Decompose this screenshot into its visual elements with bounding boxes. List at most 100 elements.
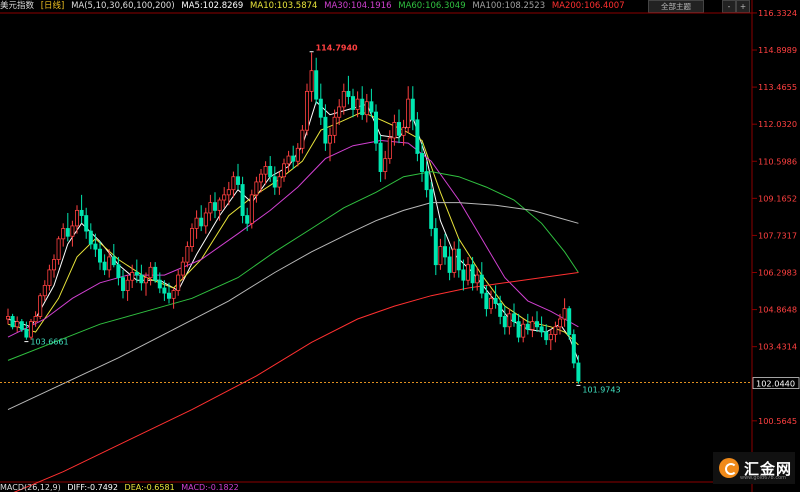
candle-up xyxy=(355,98,360,110)
ma60-line xyxy=(7,171,579,361)
macd-dea: DEA:-0.6581 xyxy=(124,483,175,492)
candle-down xyxy=(373,111,378,144)
candle-down xyxy=(153,266,158,281)
y-tick-label: 114.8989 xyxy=(758,45,797,55)
candle-up xyxy=(332,116,337,136)
candle-down xyxy=(350,96,355,110)
candle-down xyxy=(571,334,576,364)
candle-up xyxy=(226,189,231,196)
candle-down xyxy=(291,155,296,162)
candle-up xyxy=(222,194,227,201)
candle-up xyxy=(28,321,33,338)
logo-url: www.gold678.com xyxy=(740,475,787,481)
candle-down xyxy=(360,98,365,116)
candle-up xyxy=(327,134,332,144)
candle-up xyxy=(38,295,43,317)
candle-down xyxy=(314,70,319,100)
candle-down xyxy=(544,331,549,341)
candle-down xyxy=(419,153,424,172)
candle-down xyxy=(493,297,498,304)
ma5-line xyxy=(7,100,579,361)
candle-up xyxy=(553,326,558,335)
macd-value: MACD:-0.1822 xyxy=(181,483,239,492)
candle-up xyxy=(176,274,181,291)
candle-down xyxy=(134,272,139,276)
candle-up xyxy=(47,269,52,286)
candle-down xyxy=(166,292,171,299)
candle-up xyxy=(392,122,397,139)
candle-down xyxy=(433,228,438,266)
candle-up xyxy=(406,98,411,128)
candle-down xyxy=(116,264,121,279)
candle-up xyxy=(130,272,135,281)
candle-down xyxy=(378,142,383,172)
candle-down xyxy=(429,189,434,229)
candle-down xyxy=(139,274,144,284)
candle-down xyxy=(512,313,517,323)
candle-down xyxy=(102,261,107,271)
candle-up xyxy=(337,106,342,118)
candles xyxy=(6,52,581,384)
candle-up xyxy=(249,194,254,224)
candle-up xyxy=(180,261,185,276)
candle-up xyxy=(15,321,20,328)
y-tick-label: 116.3324 xyxy=(758,8,797,18)
candle-down xyxy=(396,122,401,136)
candle-up xyxy=(185,246,190,263)
candlestick-chart[interactable]: 116.3324 114.8989 113.4655 112.0320 110.5986… xyxy=(0,0,800,492)
candle-down xyxy=(235,176,240,185)
candle-up xyxy=(281,163,286,178)
candle-down xyxy=(447,256,452,273)
candle-up xyxy=(75,209,80,227)
y-tick-label: 109.1652 xyxy=(758,193,797,203)
candle-down xyxy=(88,230,93,245)
candle-down xyxy=(346,90,351,97)
y-tick-label: 110.5986 xyxy=(758,156,797,166)
high-price-label: 114.7940 xyxy=(316,44,358,53)
candle-down xyxy=(525,323,530,330)
candle-up xyxy=(189,228,194,247)
candle-down xyxy=(442,246,447,258)
candle-down xyxy=(19,321,24,330)
candle-down xyxy=(240,184,245,216)
candle-up xyxy=(304,90,309,131)
annotations: 114.7940 103.6661 101.9743 xyxy=(24,44,621,394)
candle-up xyxy=(530,321,535,330)
candle-up xyxy=(507,313,512,328)
candle-down xyxy=(24,328,29,338)
candle-down xyxy=(369,101,374,113)
candle-up xyxy=(52,259,57,271)
candle-down xyxy=(65,228,70,237)
candle-up xyxy=(148,266,153,279)
y-tick-label: 100.5645 xyxy=(758,416,797,426)
candle-up xyxy=(558,318,563,328)
y-tick-label: 107.7317 xyxy=(758,230,797,240)
candle-up xyxy=(107,256,112,271)
candle-up xyxy=(521,323,526,338)
candle-up xyxy=(143,277,148,284)
candle-up xyxy=(70,225,75,237)
candle-down xyxy=(516,321,521,338)
candle-up xyxy=(488,297,493,310)
candle-up xyxy=(56,238,61,260)
candle-down xyxy=(535,321,540,328)
candle-down xyxy=(576,362,581,382)
candle-up xyxy=(300,129,305,149)
candle-up xyxy=(295,147,300,162)
candle-down xyxy=(479,274,484,294)
macd-header: MACD(26,12,9) DIFF:-0.7492 DEA:-0.6581 M… xyxy=(0,483,243,492)
candle-down xyxy=(93,243,98,250)
candle-up xyxy=(383,158,388,172)
candle-down xyxy=(245,215,250,224)
candle-down xyxy=(162,287,167,294)
candle-up xyxy=(277,176,282,188)
candle-down xyxy=(157,279,162,289)
y-tick-label: 103.4314 xyxy=(758,342,797,352)
candle-up xyxy=(475,274,480,284)
candle-up xyxy=(6,316,11,320)
candle-down xyxy=(10,316,15,328)
macd-diff: DIFF:-0.7492 xyxy=(67,483,118,492)
y-tick-label: 112.0320 xyxy=(758,119,797,129)
candle-down xyxy=(84,215,89,232)
candle-down xyxy=(502,316,507,328)
